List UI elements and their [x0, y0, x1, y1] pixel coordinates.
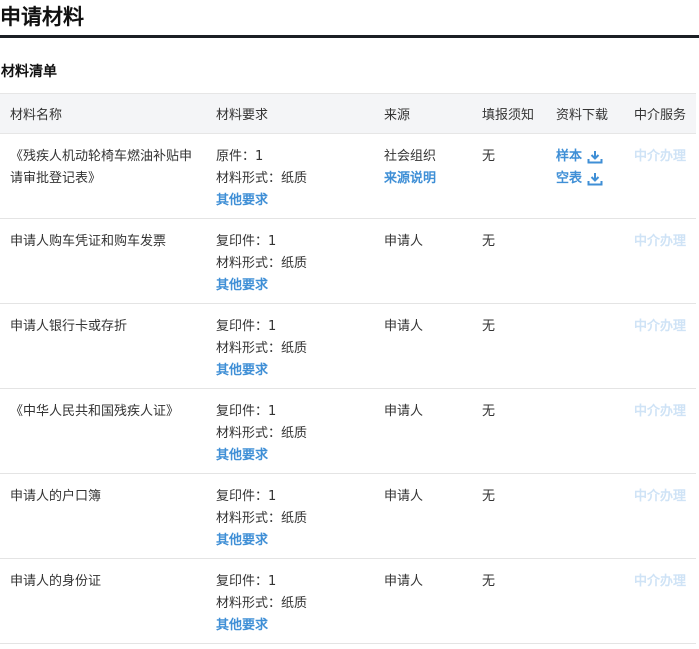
source-text: 申请人: [384, 319, 424, 334]
filling-notice: 无: [482, 489, 496, 504]
table-row: 申请人的身份证 复印件：1 材料形式：纸质 其他要求 申请人 无 中介办理: [0, 559, 696, 644]
header-agency-service: 中介服务: [634, 93, 696, 134]
agency-service-cell: 中介办理: [634, 304, 696, 389]
agency-service-link[interactable]: 中介办理: [634, 574, 686, 589]
table-row: 《残疾人机动轮椅车燃油补贴申请审批登记表》 原件：1 材料形式：纸质 其他要求 …: [0, 134, 696, 219]
material-requirement: 复印件：1 材料形式：纸质 其他要求: [216, 219, 384, 304]
download-blank-label: 空表: [556, 171, 583, 186]
material-name: 申请人的身份证: [10, 574, 102, 589]
agency-service-link[interactable]: 中介办理: [634, 234, 686, 249]
material-name: 《残疾人机动轮椅车燃油补贴申请审批登记表》: [10, 149, 193, 186]
filling-notice: 无: [482, 149, 496, 164]
source-text: 申请人: [384, 574, 424, 589]
page-title: 申请材料: [0, 5, 84, 29]
agency-service-cell: 中介办理: [634, 474, 696, 559]
other-requirements-link[interactable]: 其他要求: [216, 275, 384, 297]
download-cell: [556, 304, 634, 389]
requirement-count: 复印件：1: [216, 404, 277, 419]
requirement-form: 材料形式：纸质: [216, 256, 308, 271]
table-row: 申请人购车凭证和购车发票 复印件：1 材料形式：纸质 其他要求 申请人 无 中介…: [0, 219, 696, 304]
download-cell: [556, 219, 634, 304]
other-requirements-link[interactable]: 其他要求: [216, 360, 384, 382]
source-note-link[interactable]: 来源说明: [384, 168, 482, 190]
agency-service-cell: 中介办理: [634, 559, 696, 644]
agency-service-link[interactable]: 中介办理: [634, 489, 686, 504]
requirement-form: 材料形式：纸质: [216, 511, 308, 526]
table-row: 《中华人民共和国残疾人证》 复印件：1 材料形式：纸质 其他要求 申请人 无 中…: [0, 389, 696, 474]
download-cell: [556, 389, 634, 474]
filling-notice: 无: [482, 319, 496, 334]
filling-notice: 无: [482, 234, 496, 249]
download-cell: [556, 474, 634, 559]
material-name: 《中华人民共和国残疾人证》: [10, 404, 180, 419]
download-icon: [587, 172, 603, 186]
table-row: 申请人的户口簿 复印件：1 材料形式：纸质 其他要求 申请人 无 中介办理: [0, 474, 696, 559]
requirement-form: 材料形式：纸质: [216, 426, 308, 441]
section-title: 材料清单: [1, 64, 57, 80]
source-text: 申请人: [384, 489, 424, 504]
source-text: 申请人: [384, 404, 424, 419]
agency-service-link[interactable]: 中介办理: [634, 149, 686, 164]
agency-service-cell: 中介办理: [634, 219, 696, 304]
header-filling-notice: 填报须知: [482, 93, 556, 134]
requirement-count: 复印件：1: [216, 234, 277, 249]
agency-service-link[interactable]: 中介办理: [634, 319, 686, 334]
material-name: 申请人银行卡或存折: [10, 319, 128, 334]
table-header-row: 材料名称 材料要求 来源 填报须知 资料下载 中介服务: [0, 93, 696, 134]
source-cell: 社会组织 来源说明: [384, 134, 482, 219]
source-text: 社会组织: [384, 149, 437, 164]
material-requirement: 复印件：1 材料形式：纸质 其他要求: [216, 559, 384, 644]
material-name: 申请人的户口簿: [10, 489, 102, 504]
other-requirements-link[interactable]: 其他要求: [216, 445, 384, 467]
download-sample-label: 样本: [556, 149, 583, 164]
requirement-count: 原件：1: [216, 149, 264, 164]
agency-service-cell: 中介办理: [634, 134, 696, 219]
material-requirement: 复印件：1 材料形式：纸质 其他要求: [216, 389, 384, 474]
material-requirement: 原件：1 材料形式：纸质 其他要求: [216, 134, 384, 219]
requirement-count: 复印件：1: [216, 574, 277, 589]
other-requirements-link[interactable]: 其他要求: [216, 530, 384, 552]
filling-notice: 无: [482, 574, 496, 589]
header-source: 来源: [384, 93, 482, 134]
table-row: 申请人银行卡或存折 复印件：1 材料形式：纸质 其他要求 申请人 无 中介办理: [0, 304, 696, 389]
header-download: 资料下载: [556, 93, 634, 134]
requirement-count: 复印件：1: [216, 489, 277, 504]
other-requirements-link[interactable]: 其他要求: [216, 615, 384, 637]
download-cell: 样本 空表: [556, 134, 634, 219]
page-header: 申请材料: [0, 0, 699, 38]
requirement-form: 材料形式：纸质: [216, 596, 308, 611]
download-blank-form-link[interactable]: 空表: [556, 168, 634, 190]
download-sample-link[interactable]: 样本: [556, 146, 634, 168]
material-requirement: 复印件：1 材料形式：纸质 其他要求: [216, 474, 384, 559]
requirement-count: 复印件：1: [216, 319, 277, 334]
agency-service-cell: 中介办理: [634, 389, 696, 474]
download-cell: [556, 559, 634, 644]
materials-table: 材料名称 材料要求 来源 填报须知 资料下载 中介服务 《残疾人机动轮椅车燃油补…: [0, 93, 696, 644]
requirement-form: 材料形式：纸质: [216, 341, 308, 356]
header-material-name: 材料名称: [0, 93, 216, 134]
requirement-form: 材料形式：纸质: [216, 171, 308, 186]
source-text: 申请人: [384, 234, 424, 249]
material-requirement: 复印件：1 材料形式：纸质 其他要求: [216, 304, 384, 389]
other-requirements-link[interactable]: 其他要求: [216, 190, 384, 212]
header-material-requirement: 材料要求: [216, 93, 384, 134]
agency-service-link[interactable]: 中介办理: [634, 404, 686, 419]
filling-notice: 无: [482, 404, 496, 419]
download-icon: [587, 150, 603, 164]
material-name: 申请人购车凭证和购车发票: [10, 234, 167, 249]
